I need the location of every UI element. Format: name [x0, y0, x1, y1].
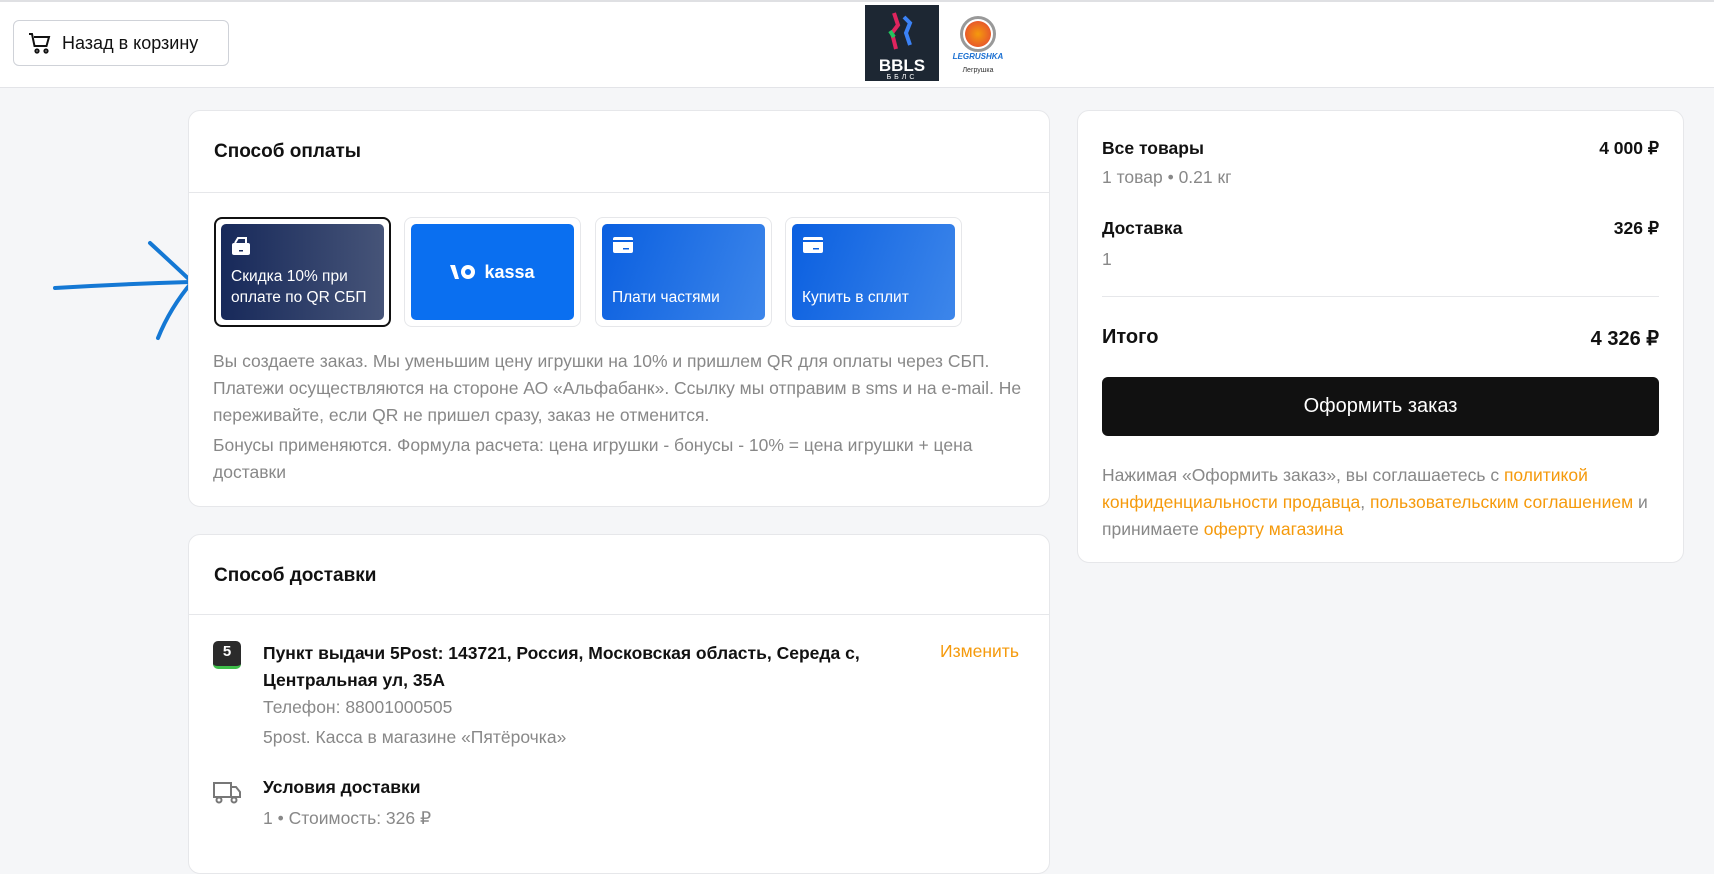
- total-label: Итого: [1102, 326, 1159, 348]
- header: Назад в корзину BBLS ББЛС LEGRUSHKA Легру…: [0, 2, 1714, 88]
- divider: [189, 192, 1049, 193]
- option-label: Купить в сплит: [802, 289, 909, 306]
- bbls-logo[interactable]: BBLS ББЛС: [865, 5, 939, 81]
- payment-bonus-note: Бонусы применяются. Формула расчета: цен…: [213, 435, 973, 482]
- back-to-cart-button[interactable]: Назад в корзину: [13, 20, 229, 66]
- truck-icon: [213, 782, 241, 804]
- payment-title: Способ оплаты: [214, 141, 361, 162]
- pickup-address: Пункт выдачи 5Post: 143721, Россия, Моск…: [263, 643, 860, 690]
- delivery-label: Доставка: [1102, 218, 1183, 238]
- pickup-note: 5post. Касса в магазине «Пятёрочка»: [263, 727, 567, 747]
- payment-option-yookassa[interactable]: kassa: [404, 217, 581, 327]
- delivery-sub: 1: [1102, 249, 1112, 269]
- place-order-button[interactable]: Оформить заказ: [1102, 377, 1659, 436]
- yookassa-logo-icon: [450, 265, 476, 279]
- offer-link[interactable]: оферту магазина: [1204, 519, 1344, 539]
- change-delivery-link[interactable]: Изменить: [940, 641, 1019, 662]
- legrushka-logo[interactable]: LEGRUSHKA Легрушка: [947, 16, 1009, 76]
- items-value: 4 000 ₽: [1599, 138, 1659, 158]
- back-label: Назад в корзину: [62, 32, 199, 53]
- card-icon: [613, 237, 633, 253]
- delivery-conditions-value: 1 • Стоимость: 326 ₽: [263, 808, 432, 828]
- payment-option-sbp-qr[interactable]: Скидка 10% при оплате по QR СБП: [214, 217, 391, 327]
- items-label: Все товары: [1102, 138, 1204, 158]
- qr-wallet-icon: [232, 237, 250, 255]
- card-icon: [803, 237, 823, 253]
- delivery-conditions-title: Условия доставки: [263, 777, 421, 797]
- option-label: kassa: [484, 261, 535, 282]
- cart-icon: [29, 33, 51, 54]
- delivery-title: Способ доставки: [214, 565, 377, 586]
- divider: [1102, 296, 1659, 297]
- payment-option-split[interactable]: Купить в сплит: [785, 217, 962, 327]
- option-label: Скидка 10% при оплате по QR СБП: [231, 268, 367, 306]
- pickup-phone: Телефон: 88001000505: [263, 697, 453, 717]
- divider: [189, 614, 1049, 615]
- user-agreement-link[interactable]: пользовательским соглашением: [1370, 492, 1633, 512]
- total-value: 4 326 ₽: [1590, 328, 1659, 350]
- 5post-icon: 5: [213, 641, 241, 669]
- items-sub: 1 товар • 0.21 кг: [1102, 167, 1232, 187]
- payment-option-installments[interactable]: Плати частями: [595, 217, 772, 327]
- delivery-value: 326 ₽: [1613, 218, 1659, 238]
- legal-text: Нажимая «Оформить заказ», вы соглашаетес…: [1102, 465, 1648, 539]
- annotation-arrow-icon: [53, 241, 195, 340]
- option-label: Плати частями: [612, 289, 720, 306]
- payment-description: Вы создаете заказ. Мы уменьшим цену игру…: [213, 351, 1022, 425]
